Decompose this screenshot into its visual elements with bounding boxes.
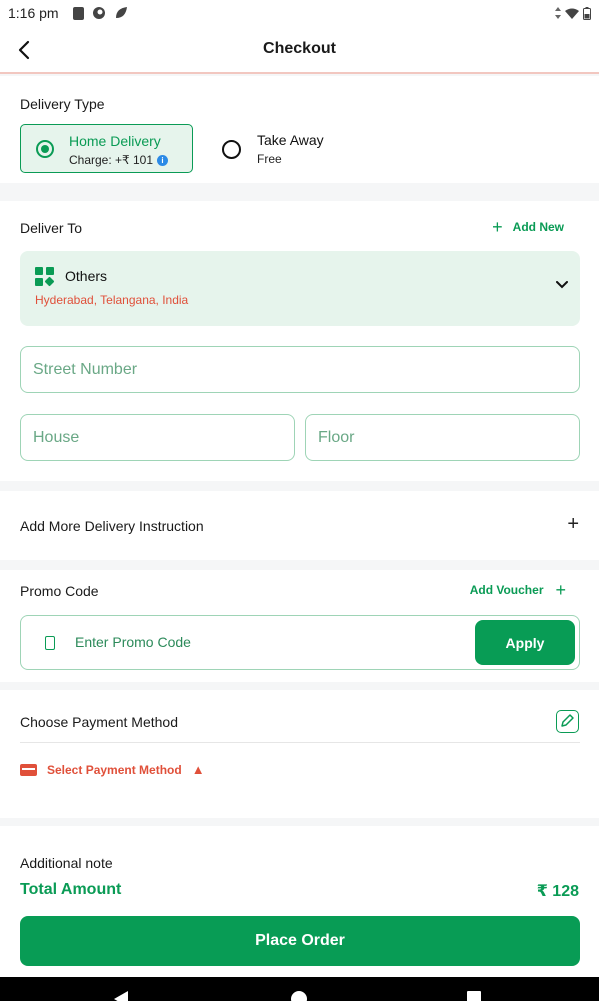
nav-recents-icon[interactable]: [467, 991, 481, 1001]
house-input[interactable]: House: [20, 414, 295, 461]
additional-note-section: Additional note: [0, 826, 599, 876]
deliver-to-label: Deliver To: [20, 220, 82, 236]
plus-icon: +: [492, 217, 503, 237]
address-selector[interactable]: Others Hyderabad, Telangana, India: [20, 251, 580, 326]
nav-back-icon[interactable]: [114, 991, 128, 1001]
app-notification-icon: [92, 7, 105, 19]
pencil-icon: [561, 714, 574, 727]
address-name: Others: [65, 268, 108, 284]
deliver-to-section: Deliver To + Add New Others Hyderabad, T…: [0, 201, 599, 481]
floor-input[interactable]: Floor: [305, 414, 580, 461]
promo-code-section: Promo Code Add Voucher + Enter Promo Cod…: [0, 570, 599, 682]
app-header: Checkout: [0, 26, 599, 74]
page-title: Checkout: [263, 40, 336, 57]
checkout-screen: 1:16 pm Checkout Delivery Type Home Deli…: [0, 0, 599, 1001]
card-icon: [20, 763, 37, 776]
nav-home-icon[interactable]: [291, 991, 307, 1001]
place-order-button[interactable]: Place Order: [20, 916, 580, 966]
home-delivery-charge-text: Charge: +₹ 101: [69, 153, 154, 167]
delivery-instruction-label: Add More Delivery Instruction: [20, 518, 204, 534]
data-arrows-icon: [555, 7, 561, 19]
back-arrow-icon: [18, 40, 30, 60]
payment-method-section: Choose Payment Method Select Payment Met…: [0, 690, 599, 818]
add-new-address-button[interactable]: + Add New: [492, 217, 564, 237]
back-button[interactable]: [12, 38, 36, 62]
warning-icon: ▲: [191, 762, 205, 777]
radio-selected-icon: [36, 140, 54, 158]
info-icon[interactable]: i: [157, 154, 169, 166]
wifi-icon: [565, 8, 579, 19]
add-voucher-label: Add Voucher: [469, 583, 544, 597]
home-delivery-charge: Charge: +₹ 101 i: [69, 153, 169, 167]
payment-method-label: Choose Payment Method: [20, 714, 178, 730]
add-new-label: Add New: [512, 220, 564, 234]
home-delivery-title: Home Delivery: [69, 133, 161, 149]
promo-code-label: Promo Code: [20, 583, 99, 599]
address-line: Hyderabad, Telangana, India: [35, 293, 189, 307]
promo-code-input[interactable]: Enter Promo Code: [75, 634, 191, 650]
battery-icon: [583, 6, 591, 20]
status-bar: 1:16 pm: [0, 0, 599, 26]
battery-notification-icon: [72, 6, 84, 20]
total-amount-label: Total Amount: [20, 881, 122, 898]
delivery-type-label: Delivery Type: [20, 96, 105, 112]
add-voucher-button[interactable]: Add Voucher +: [469, 580, 566, 600]
take-away-sub: Free: [257, 152, 282, 166]
select-payment-method-button[interactable]: Select Payment Method ▲: [20, 762, 205, 777]
expand-plus-icon[interactable]: +: [567, 513, 579, 536]
chevron-down-icon: [556, 281, 568, 289]
status-time: 1:16 pm: [8, 5, 59, 21]
apply-button[interactable]: Apply: [475, 620, 575, 665]
additional-note-label: Additional note: [20, 855, 113, 871]
total-amount-value: ₹ 128: [536, 883, 579, 900]
take-away-option[interactable]: Take Away Free: [222, 128, 372, 168]
order-summary-bar: Total Amount ₹ 128 Place Order: [0, 873, 599, 977]
delivery-instruction-section[interactable]: Add More Delivery Instruction +: [0, 491, 599, 560]
address-category-icon: [35, 267, 55, 287]
divider: [20, 742, 580, 743]
select-payment-label: Select Payment Method: [47, 762, 182, 777]
system-navigation-bar: [0, 977, 599, 1001]
take-away-title: Take Away: [257, 132, 324, 148]
radio-unselected-icon: [222, 140, 241, 159]
promo-code-field: Enter Promo Code Apply: [20, 615, 580, 670]
leaf-icon: [115, 7, 127, 18]
plus-icon: +: [555, 580, 566, 600]
edit-payment-button[interactable]: [556, 710, 579, 733]
street-number-input[interactable]: Street Number: [20, 346, 580, 393]
ticket-icon: [45, 636, 55, 650]
delivery-type-section: Delivery Type Home Delivery Charge: +₹ 1…: [0, 76, 599, 183]
home-delivery-option[interactable]: Home Delivery Charge: +₹ 101 i: [20, 124, 193, 173]
status-notification-icons: [72, 6, 128, 20]
status-system-icons: [555, 6, 591, 20]
